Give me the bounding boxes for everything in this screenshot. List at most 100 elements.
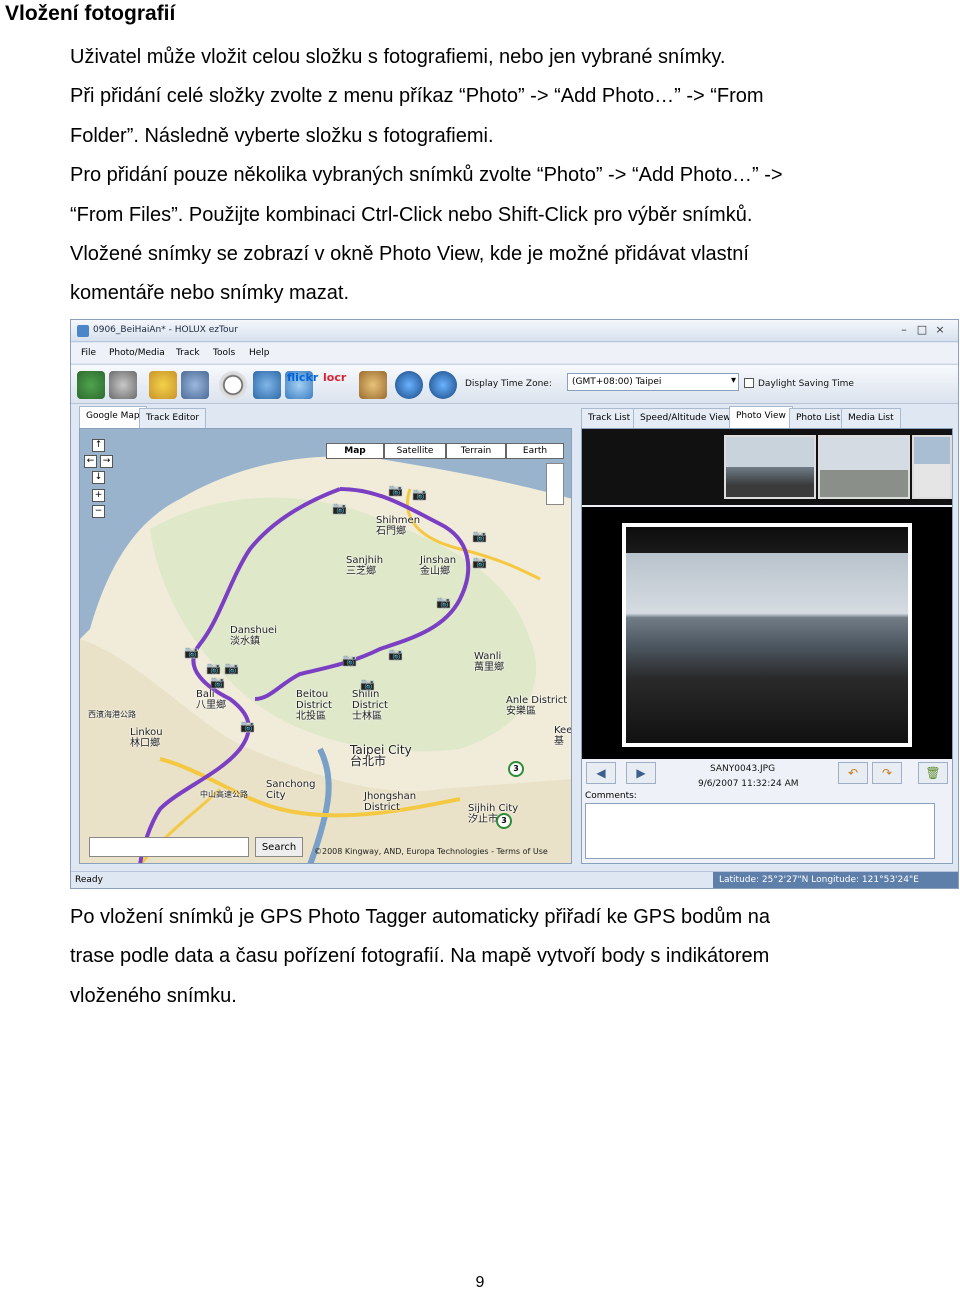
map-type-terrain[interactable]: Terrain xyxy=(446,443,506,459)
outro-paragraph: Po vložení snímků je GPS Photo Tagger au… xyxy=(70,898,770,1016)
intro-line: Pro přidání pouze několika vybraných sní… xyxy=(70,164,783,187)
page-number: 9 xyxy=(475,1274,485,1291)
camera-icon[interactable]: 📷 xyxy=(342,653,357,667)
rotate-left-button[interactable]: ↶ xyxy=(838,762,868,784)
zoom-out-icon[interactable]: − xyxy=(92,505,105,518)
menu-tools[interactable]: Tools xyxy=(213,348,235,358)
pan-left-icon[interactable]: ← xyxy=(84,455,97,468)
camera-icon[interactable]: 📷 xyxy=(206,661,221,675)
dst-checkbox[interactable] xyxy=(744,378,754,388)
outro-line: vloženého snímku. xyxy=(70,984,237,1007)
pan-up-icon[interactable]: ↑ xyxy=(92,439,105,452)
intro-paragraph: Uživatel může vložit celou složku s foto… xyxy=(70,38,783,314)
camera-icon[interactable]: 📷 xyxy=(332,501,347,515)
camera-icon[interactable]: 📷 xyxy=(184,645,199,659)
tab-speed-altitude-view[interactable]: Speed/Altitude View xyxy=(633,408,738,428)
tab-track-list[interactable]: Track List xyxy=(581,408,638,428)
map-search-button[interactable]: Search xyxy=(255,837,303,857)
menu-photo-media[interactable]: Photo/Media xyxy=(109,348,165,358)
outro-line: trase podle data a času pořízení fotogra… xyxy=(70,945,770,968)
tab-track-editor[interactable]: Track Editor xyxy=(139,408,207,428)
window-title: 0906_BeiHaiAn* - HOLUX ezTour xyxy=(93,325,238,335)
place-label: 西濱海港公路 xyxy=(88,710,136,719)
camera-icon[interactable]: 📷 xyxy=(388,483,403,497)
map-canvas xyxy=(80,429,571,863)
map-type-map[interactable]: Map xyxy=(326,443,384,459)
intro-line: Folder”. Následně vyberte složku s fotog… xyxy=(70,124,494,147)
camera-icon[interactable]: 📷 xyxy=(472,555,487,569)
display-time-zone-label: Display Time Zone: xyxy=(465,379,552,389)
delete-photo-button[interactable]: 🗑 xyxy=(918,762,948,784)
intro-line: Při přidání celé složky zvolte z menu př… xyxy=(70,85,764,108)
time-zone-select[interactable]: (GMT+08:00) Taipei ▾ xyxy=(567,373,739,391)
google-map[interactable]: ↑ ← → ↓ + − Map Satellite Terrain Earth … xyxy=(79,428,572,864)
place-label: Linkou 林口鄉 xyxy=(130,727,163,749)
google-earth-icon[interactable] xyxy=(395,371,423,399)
tab-media-list[interactable]: Media List xyxy=(841,408,901,428)
clock-icon[interactable] xyxy=(219,371,247,399)
tab-photo-view[interactable]: Photo View xyxy=(729,406,793,428)
photo-thumbnail[interactable] xyxy=(912,435,952,499)
map-copyright: ©2008 Kingway, AND, Europa Technologies … xyxy=(314,847,548,856)
place-label: Taipei City 台北市 xyxy=(350,743,412,768)
menu-help[interactable]: Help xyxy=(249,348,270,358)
previous-photo-button[interactable]: ◀ xyxy=(586,762,616,784)
minimize-icon[interactable]: – xyxy=(897,324,911,336)
tab-google-map[interactable]: Google Map xyxy=(79,406,147,428)
status-bar: Ready Latitude: 25°2'27"N Longitude: 121… xyxy=(71,871,958,888)
camera-icon[interactable]: 📷 xyxy=(360,677,375,691)
map-type-satellite[interactable]: Satellite xyxy=(384,443,446,459)
camera-icon[interactable]: 📷 xyxy=(210,675,225,689)
photo-thumbnail[interactable] xyxy=(818,435,910,499)
map-type-earth[interactable]: Earth xyxy=(506,443,564,459)
outro-line: Po vložení snímků je GPS Photo Tagger au… xyxy=(70,906,770,928)
route-badge: 3 xyxy=(508,761,524,777)
photo-folder-icon[interactable] xyxy=(181,371,209,399)
close-icon[interactable]: × xyxy=(933,324,947,336)
toolbar: flickr locr Display Time Zone: (GMT+08:0… xyxy=(71,364,958,404)
flickr-label: flickr xyxy=(287,371,319,384)
comments-input[interactable] xyxy=(585,803,935,859)
map-search-input[interactable] xyxy=(89,837,249,857)
street-view-pegman-icon[interactable] xyxy=(546,463,564,505)
camera-icon[interactable]: 📷 xyxy=(240,719,255,733)
edit-icon[interactable] xyxy=(149,371,177,399)
photo-thumbnail[interactable] xyxy=(724,435,816,499)
pan-down-icon[interactable]: ↓ xyxy=(92,471,105,484)
zoom-in-icon[interactable]: + xyxy=(92,489,105,502)
menu-file[interactable]: File xyxy=(81,348,96,358)
place-label: Shilin District 士林區 xyxy=(352,689,388,722)
app-icon xyxy=(77,325,89,337)
photo-album-icon[interactable] xyxy=(359,371,387,399)
place-label: Shihmen 石門鄉 xyxy=(376,515,421,537)
route-badge: 3 xyxy=(496,813,512,829)
camera-icon[interactable]: 📷 xyxy=(436,595,451,609)
locr-icon[interactable]: locr xyxy=(321,371,353,399)
maximize-icon[interactable]: □ xyxy=(915,324,929,336)
camera-icon[interactable]: 📷 xyxy=(472,529,487,543)
comments-label: Comments: xyxy=(585,791,637,801)
place-label: Kee 基 xyxy=(554,725,572,747)
time-sync-icon[interactable] xyxy=(253,371,281,399)
camera-icon[interactable]: 📷 xyxy=(388,647,403,661)
menu-track[interactable]: Track xyxy=(176,348,200,358)
import-device-icon[interactable] xyxy=(109,371,137,399)
app-screenshot: 0906_BeiHaiAn* - HOLUX ezTour – □ × File… xyxy=(70,319,959,889)
place-label: Danshuei 淡水鎮 xyxy=(230,625,277,647)
intro-line: Uživatel může vložit celou složku s foto… xyxy=(70,46,726,68)
camera-icon[interactable]: 📷 xyxy=(412,487,427,501)
photo-view-panel: ◀ ▶ SANY0043.JPG 9/6/2007 11:32:24 AM ↶ … xyxy=(581,428,953,864)
title-bar: 0906_BeiHaiAn* - HOLUX ezTour – □ × xyxy=(71,320,958,342)
flickr-icon[interactable]: flickr xyxy=(285,371,319,399)
photo-filename: SANY0043.JPG xyxy=(710,764,776,774)
camera-icon[interactable]: 📷 xyxy=(224,661,239,675)
kmz-icon[interactable] xyxy=(429,371,457,399)
next-photo-button[interactable]: ▶ xyxy=(626,762,656,784)
section-heading: Vložení fotografií xyxy=(5,2,176,25)
rotate-right-button[interactable]: ↷ xyxy=(872,762,902,784)
dst-label: Daylight Saving Time xyxy=(758,379,854,389)
pan-right-icon[interactable]: → xyxy=(100,455,113,468)
place-label: Anle District 安樂區 xyxy=(506,695,568,717)
save-icon[interactable] xyxy=(77,371,105,399)
tab-photo-list[interactable]: Photo List xyxy=(789,408,848,428)
